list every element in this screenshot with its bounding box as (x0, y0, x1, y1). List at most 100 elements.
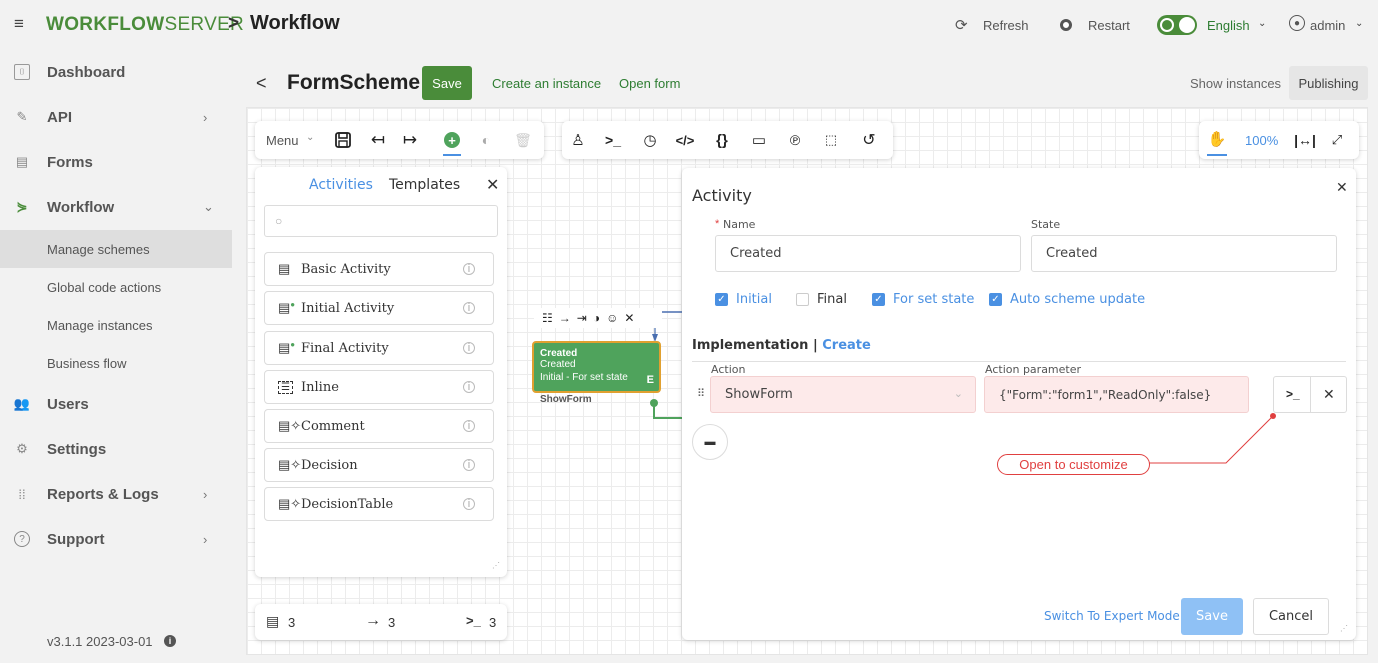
info-icon[interactable]: i (463, 381, 475, 393)
user-avatar-icon[interactable]: ● (1289, 15, 1305, 31)
add-comment-button[interactable]: ▬ (692, 424, 728, 460)
redo-icon[interactable]: ↦ (399, 129, 421, 151)
terminal-icon[interactable]: >_ (602, 129, 624, 151)
sidebar-item-users[interactable]: 👥 Users (0, 382, 232, 426)
close-icon[interactable]: ✕ (486, 175, 499, 195)
sidebar-sub-manage-instances[interactable]: Manage instances (0, 306, 232, 344)
logo-bold: WORKFLOW (46, 14, 165, 35)
activity-final[interactable]: ▤● Final Activity i (264, 331, 494, 365)
expert-mode-link[interactable]: Switch To Expert Mode (1044, 609, 1180, 623)
close-icon[interactable]: ✕ (1336, 179, 1348, 196)
activity-comment[interactable]: ▤✧ Comment i (264, 409, 494, 443)
actor-icon[interactable]: ♙ (567, 129, 589, 151)
activity-node[interactable]: Created Created Initial - For set state … (532, 341, 661, 393)
node-palette-icon[interactable]: ☺ (606, 311, 618, 325)
activity-label: DecisionTable (301, 496, 394, 512)
theme-toggle[interactable] (1157, 15, 1197, 35)
clock-icon[interactable]: ◷ (639, 129, 661, 151)
node-settings-icon[interactable]: ☷ (542, 311, 553, 325)
node-toggle-icon[interactable]: ◑ (593, 311, 600, 325)
sidebar-item-api[interactable]: ✎ API › (0, 95, 232, 139)
state-input[interactable]: Created (1031, 235, 1337, 272)
save-scheme-button[interactable]: Save (422, 66, 472, 100)
info-icon[interactable]: i (164, 635, 176, 647)
app-logo[interactable]: WORKFLOWSERVER (46, 14, 244, 36)
implementation-create-link[interactable]: Create (822, 338, 871, 353)
code-icon[interactable]: </> (674, 129, 696, 151)
sidebar-sub-global-code-actions[interactable]: Global code actions (0, 268, 232, 306)
toggle-icon[interactable]: ◐ (475, 129, 497, 151)
restart-button[interactable]: Restart (1088, 18, 1130, 33)
show-instances-button[interactable]: Show instances (1190, 76, 1281, 91)
info-icon[interactable]: i (463, 420, 475, 432)
info-icon[interactable]: i (463, 302, 475, 314)
fit-width-icon[interactable]: |↔| (1294, 129, 1316, 151)
publishing-button[interactable]: Publishing (1289, 66, 1368, 100)
tab-templates[interactable]: Templates (389, 177, 460, 193)
user-menu[interactable]: admin (1310, 18, 1345, 33)
remove-action-icon[interactable]: ✕ (1323, 386, 1335, 403)
open-form-link[interactable]: Open form (619, 76, 680, 91)
implementation-header: Implementation | Create (692, 338, 871, 353)
activity-label: Comment (301, 418, 365, 434)
checkbox-initial[interactable]: ✓ Initial (715, 292, 772, 307)
hamburger-menu-icon[interactable]: ≡ (14, 14, 24, 34)
checkbox-for-set-state[interactable]: ✓ For set state (872, 292, 974, 307)
open-code-editor-button[interactable]: >_ ✕ (1273, 376, 1347, 413)
node-login-icon[interactable]: ⇥ (577, 311, 587, 325)
checkbox-auto-scheme-update[interactable]: ✓ Auto scheme update (989, 292, 1145, 307)
language-select[interactable]: English (1207, 18, 1250, 33)
parameter-icon[interactable]: ℗ (784, 129, 806, 151)
activity-decision-table[interactable]: ▤✧ DecisionTable i (264, 487, 494, 521)
selection-icon[interactable]: ⬚ (820, 129, 842, 151)
node-close-icon[interactable]: ✕ (624, 311, 634, 325)
sidebar-sub-manage-schemes[interactable]: Manage schemes (0, 230, 232, 268)
action-select[interactable]: ShowForm ⌄ (710, 376, 976, 413)
delete-icon[interactable]: 🗑 (512, 129, 534, 151)
sidebar-item-support[interactable]: ? Support › (0, 517, 232, 561)
sidebar-item-workflow[interactable]: ⋟ Workflow ⌄ (0, 185, 232, 229)
info-icon[interactable]: i (463, 459, 475, 471)
sidebar-item-reports[interactable]: ⁞⁞ Reports & Logs › (0, 472, 232, 516)
sidebar-item-settings[interactable]: ⚙ Settings (0, 427, 232, 471)
fullscreen-icon[interactable]: ⤢ (1326, 129, 1348, 151)
terminal-icon[interactable]: >_ (1286, 387, 1300, 401)
info-icon[interactable]: i (463, 263, 475, 275)
restart-icon[interactable] (1060, 19, 1072, 31)
undo-icon[interactable]: ↤ (367, 129, 389, 151)
menu-dropdown[interactable]: Menu (266, 133, 299, 148)
create-instance-link[interactable]: Create an instance (492, 76, 601, 91)
resize-handle-icon[interactable]: ⋰ (492, 561, 500, 570)
activity-basic[interactable]: ▤ Basic Activity i (264, 252, 494, 286)
sidebar-sub-business-flow[interactable]: Business flow (0, 344, 232, 382)
name-input[interactable]: Created (715, 235, 1021, 272)
activity-initial[interactable]: ▤● Initial Activity i (264, 291, 494, 325)
activity-search-input[interactable]: ○ (264, 205, 498, 237)
add-element-icon[interactable]: + (441, 129, 463, 151)
sidebar-item-forms[interactable]: ▤ Forms (0, 140, 232, 184)
pan-hand-icon[interactable]: ✋ (1206, 128, 1228, 150)
comment-icon[interactable]: ▭ (748, 129, 770, 151)
dialog-save-button[interactable]: Save (1181, 598, 1243, 635)
refresh-button[interactable]: Refresh (983, 18, 1029, 33)
comment-activity-icon: ▤✧ (278, 418, 302, 433)
save-icon[interactable] (332, 129, 354, 151)
history-icon[interactable]: ↺ (858, 129, 880, 151)
drag-handle-icon[interactable]: ⠿ (697, 387, 705, 400)
refresh-icon[interactable]: ⟳ (955, 16, 968, 34)
back-button[interactable]: < (256, 73, 267, 94)
checkbox-final[interactable]: Final (796, 292, 847, 307)
chevron-right-icon: › (203, 531, 208, 547)
sidebar-item-dashboard[interactable]: ⌷ Dashboard (0, 50, 232, 94)
activity-decision[interactable]: ▤✧ Decision i (264, 448, 494, 482)
zoom-level[interactable]: 100% (1245, 133, 1278, 148)
activity-inline[interactable]: ☰ Inline i (264, 370, 494, 404)
info-icon[interactable]: i (463, 498, 475, 510)
resize-handle-icon[interactable]: ⋰ (1340, 624, 1348, 633)
dialog-cancel-button[interactable]: Cancel (1253, 598, 1329, 635)
braces-icon[interactable]: {} (711, 129, 733, 151)
checkbox-checked-icon: ✓ (872, 293, 885, 306)
node-arrow-icon[interactable]: → (559, 311, 571, 325)
info-icon[interactable]: i (463, 342, 475, 354)
tab-activities[interactable]: Activities (309, 177, 373, 193)
